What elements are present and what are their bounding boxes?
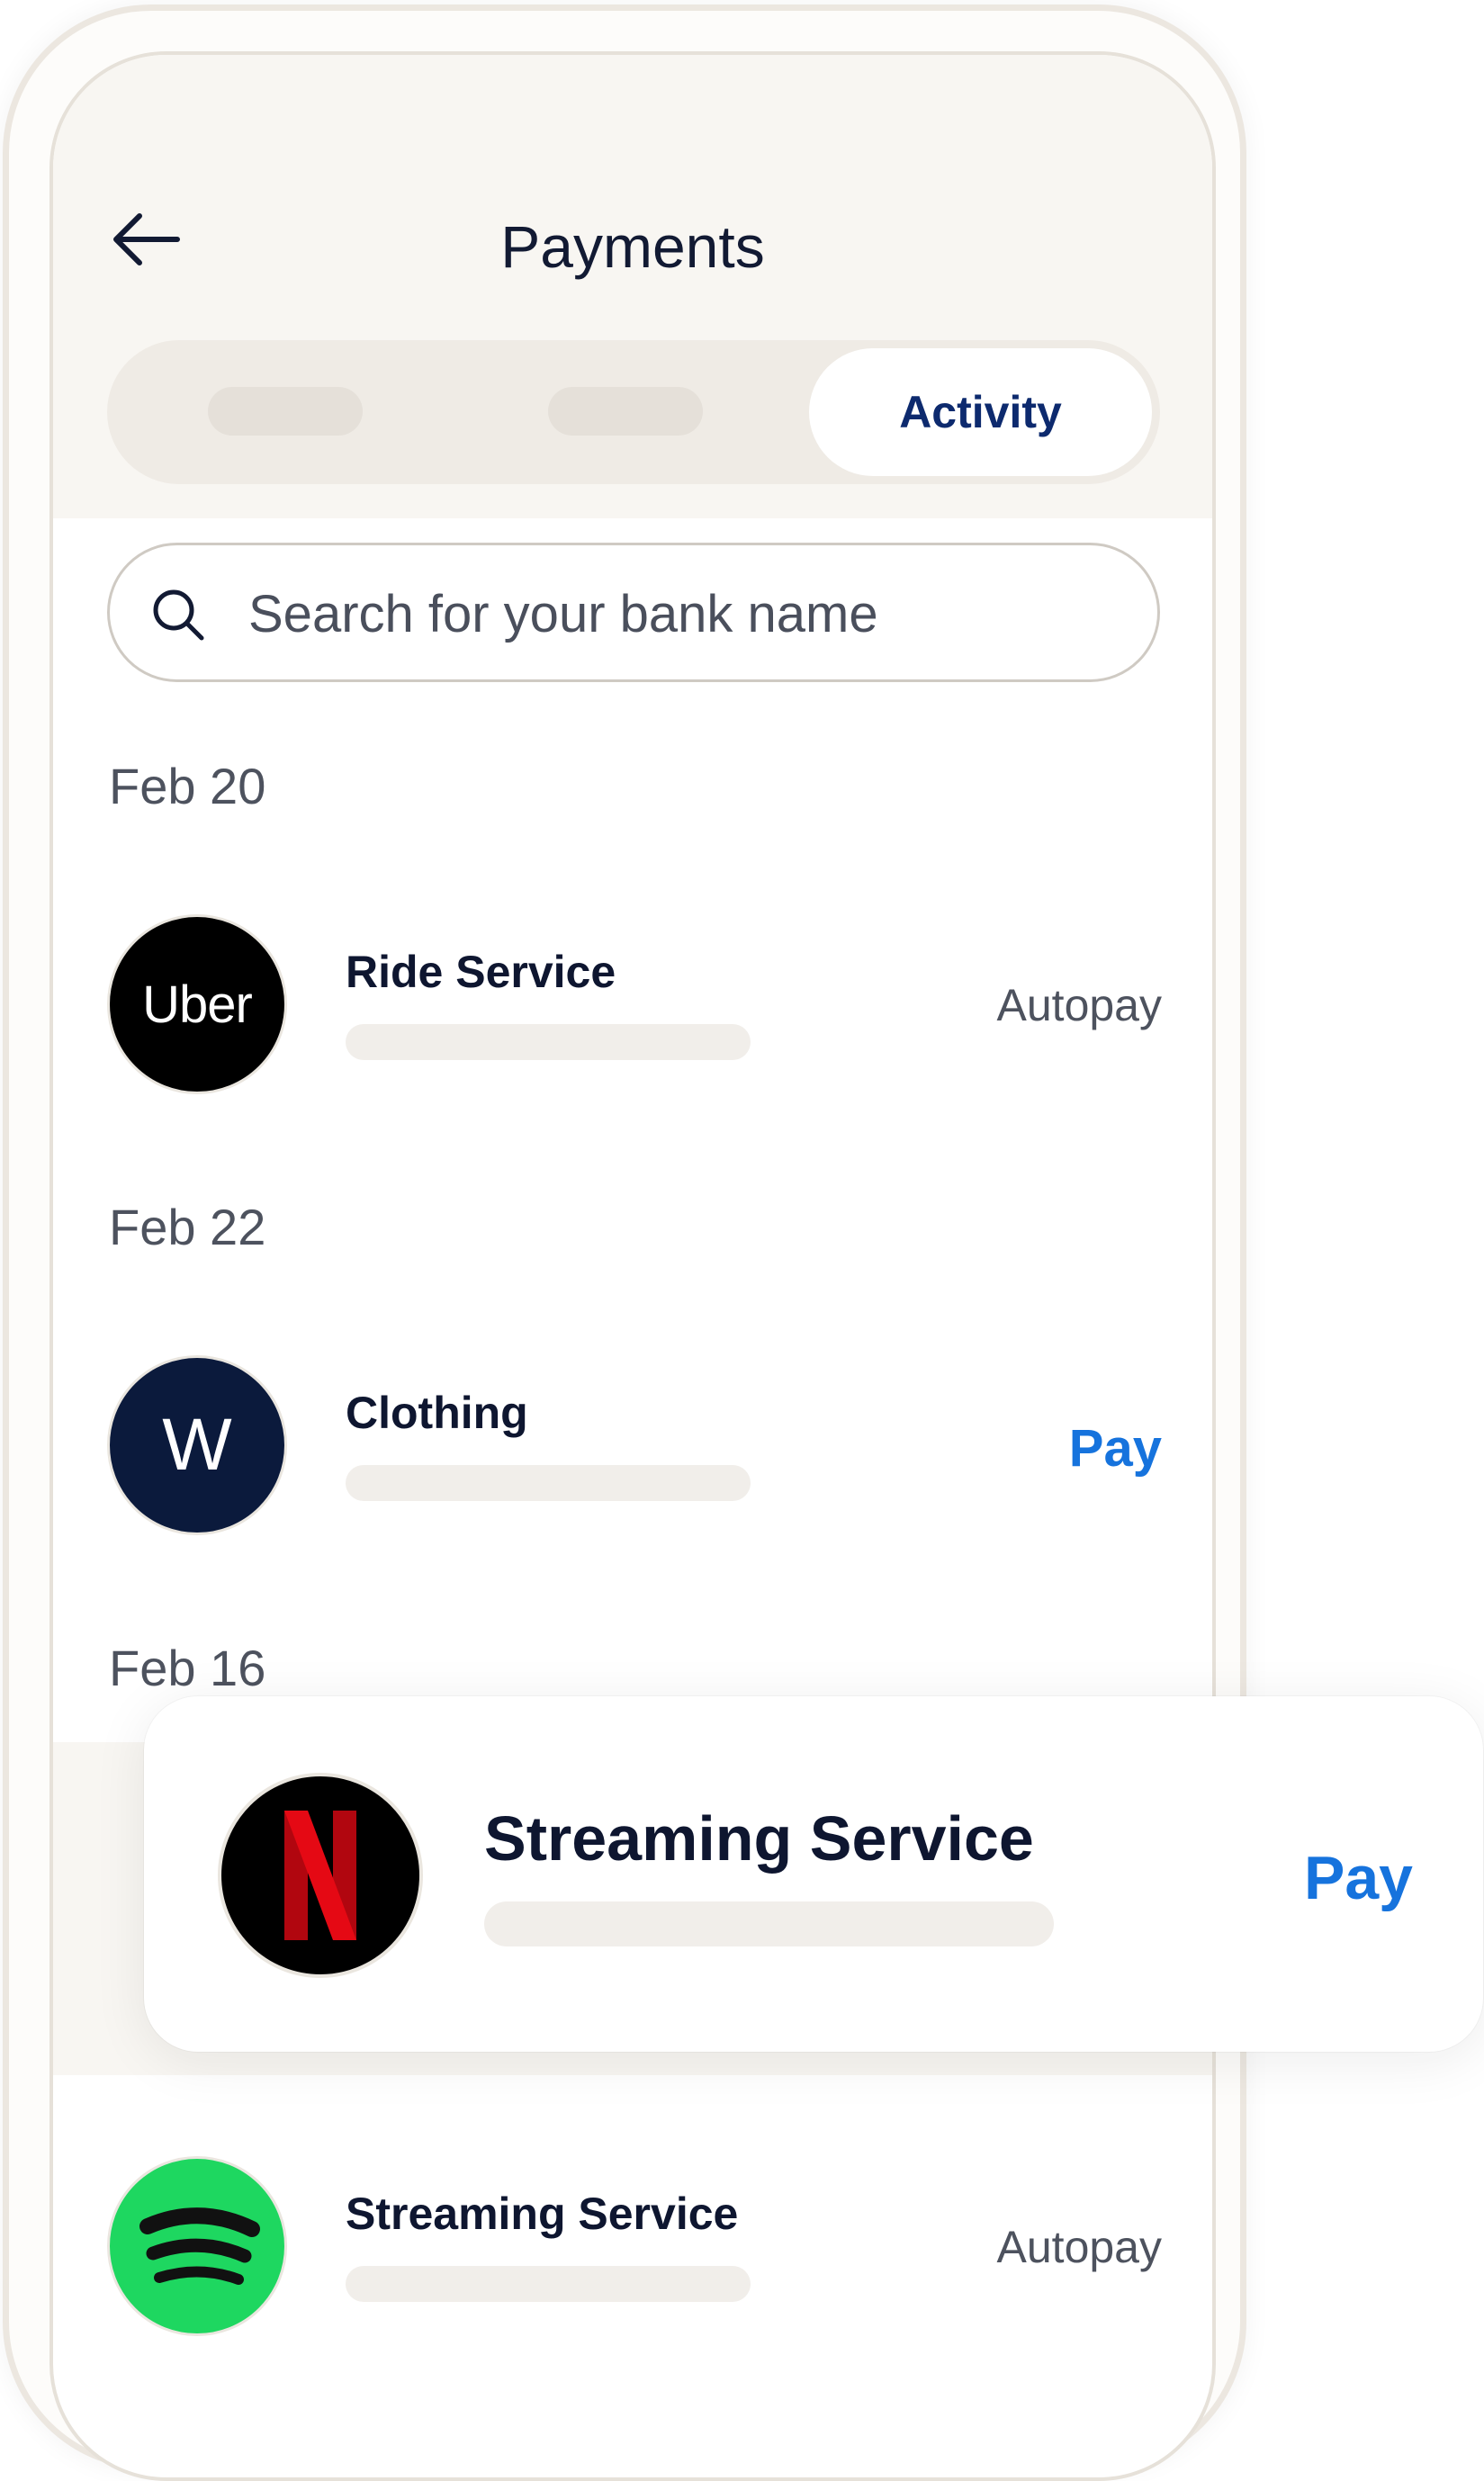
tab-activity[interactable]: Activity xyxy=(809,348,1152,476)
item-title: Streaming Service xyxy=(346,2189,739,2239)
featured-payment-card[interactable]: Streaming Service Pay xyxy=(144,1696,1483,2052)
uber-logo: Uber xyxy=(107,914,287,1094)
page-title: Payments xyxy=(500,213,765,280)
tab-bar: Activity xyxy=(107,340,1160,484)
placeholder-bar xyxy=(346,2266,751,2302)
list-item[interactable]: Streaming Service Autopay xyxy=(107,2156,1162,2354)
date-heading: Feb 22 xyxy=(109,1199,266,1255)
uber-logo-text: Uber xyxy=(142,975,253,1034)
tab-first[interactable] xyxy=(208,387,363,436)
spotify-waves-icon xyxy=(139,2207,260,2285)
pay-button[interactable]: Pay xyxy=(1304,1843,1413,1913)
phone-frame: Payments Activity Feb 20 Uber Ride Servi… xyxy=(3,4,1246,2481)
status-label: Autopay xyxy=(996,980,1162,1030)
list-item[interactable]: W Clothing Pay xyxy=(107,1355,1162,1553)
spotify-logo xyxy=(107,2156,287,2336)
tab-second[interactable] xyxy=(548,387,703,436)
search-input[interactable] xyxy=(247,572,1105,655)
item-title: Streaming Service xyxy=(484,1803,1034,1874)
clothing-logo-text: W xyxy=(162,1404,232,1486)
netflix-n-icon xyxy=(284,1811,356,1940)
phone-screen: Payments Activity Feb 20 Uber Ride Servi… xyxy=(49,51,1216,2481)
list-item[interactable]: Uber Ride Service Autopay xyxy=(107,914,1162,1112)
search-icon xyxy=(153,589,204,641)
status-label: Autopay xyxy=(996,2222,1162,2272)
item-title: Ride Service xyxy=(346,947,616,997)
netflix-logo xyxy=(218,1773,423,1978)
placeholder-bar xyxy=(484,1901,1054,1946)
placeholder-bar xyxy=(346,1024,751,1060)
search-bar[interactable] xyxy=(107,543,1160,682)
date-heading: Feb 16 xyxy=(109,1640,266,1696)
clothing-logo: W xyxy=(107,1355,287,1535)
item-title: Clothing xyxy=(346,1388,528,1438)
placeholder-bar xyxy=(346,1465,751,1501)
date-heading: Feb 20 xyxy=(109,758,266,814)
pay-button[interactable]: Pay xyxy=(1069,1418,1162,1479)
